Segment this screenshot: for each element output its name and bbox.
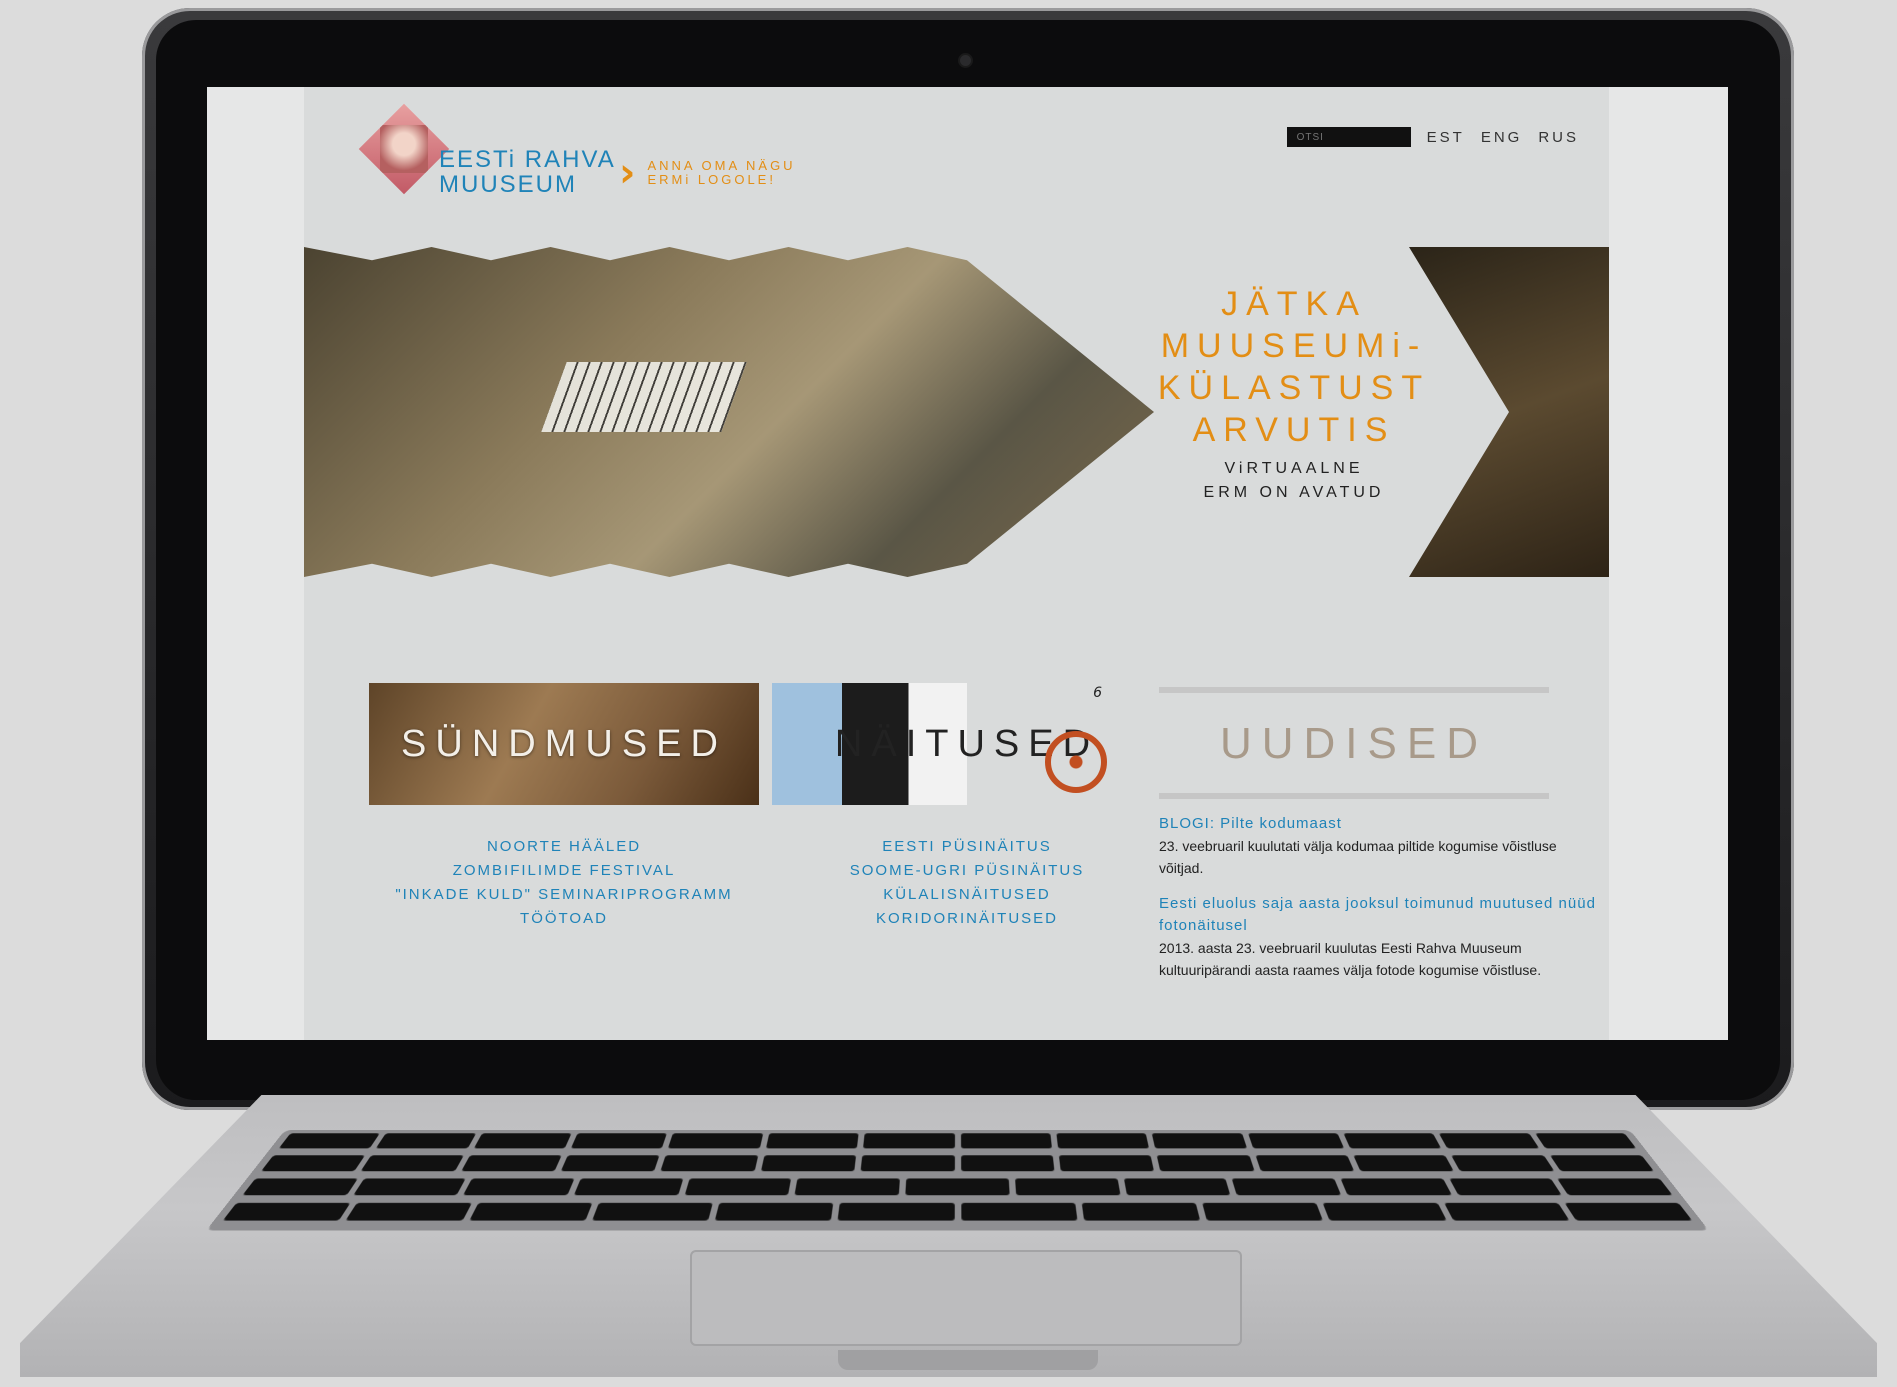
- hero-title-line: ARVUTIS: [1192, 411, 1396, 449]
- hero-subtitle-line: ERM ON AVATUD: [1203, 484, 1385, 501]
- events-link[interactable]: TÖÖTOAD: [369, 907, 759, 931]
- news-section: UUDISED BLOGI: Pilte kodumaast 23. veebr…: [1159, 687, 1599, 981]
- promo-line-2: ERMi LOGOLE!: [647, 172, 776, 187]
- news-body: 23. veebruaril kuulutati välja kodumaa p…: [1159, 838, 1557, 876]
- laptop-keyboard: [205, 1130, 1710, 1231]
- events-link[interactable]: ZOMBIFILIMDE FESTIVAL: [369, 859, 759, 883]
- news-title: UUDISED: [1219, 719, 1489, 768]
- hero-subtitle-line: ViRTUAALNE: [1224, 460, 1364, 477]
- chevron-right-icon: ›: [619, 150, 636, 196]
- hero-text: JÄTKA MUUSEUMi- KÜLASTUST ARVUTIS ViRTUA…: [1144, 283, 1444, 505]
- events-link[interactable]: NOORTE HÄÄLED: [369, 835, 759, 859]
- events-tile[interactable]: SÜNDMUSED: [369, 683, 759, 805]
- logo-promo-link[interactable]: › ANNA OMA NÄGU ERMi LOGOLE!: [619, 153, 796, 193]
- laptop-screen: EESTi RAHVA MUUSEUM › ANNA OMA NÄGU ERMi…: [207, 87, 1728, 1040]
- hero-title-line: JÄTKA: [1221, 285, 1367, 323]
- site-logo[interactable]: EESTi RAHVA MUUSEUM: [439, 147, 616, 197]
- spinning-wheel-icon: [1045, 731, 1107, 793]
- camera-icon: [960, 55, 971, 66]
- news-headline[interactable]: BLOGI: Pilte kodumaast: [1159, 813, 1599, 835]
- exhibit-number: 6: [1093, 685, 1102, 701]
- exhibitions-tile[interactable]: 6 NÄITUSED: [772, 683, 1162, 805]
- hero-title-line: MUUSEUMi-: [1160, 327, 1428, 365]
- logo-face-icon[interactable]: [358, 103, 450, 195]
- top-bar: EST ENG RUS: [1286, 127, 1579, 147]
- promo-line-1: ANNA OMA NÄGU: [647, 158, 796, 173]
- museum-webpage: EESTi RAHVA MUUSEUM › ANNA OMA NÄGU ERMi…: [304, 87, 1609, 1040]
- lang-eng[interactable]: ENG: [1481, 129, 1523, 146]
- exhibition-link[interactable]: KORIDORINÄITUSED: [772, 907, 1162, 931]
- laptop-notch: [838, 1350, 1098, 1370]
- exhibition-links: EESTI PÜSINÄITUS SOOME-UGRI PÜSINÄITUS K…: [772, 835, 1162, 931]
- hero-photo: [304, 247, 1154, 577]
- search-input[interactable]: [1286, 127, 1411, 147]
- events-tile-label: SÜNDMUSED: [401, 722, 727, 765]
- hero-banner[interactable]: JÄTKA MUUSEUMi- KÜLASTUST ARVUTIS ViRTUA…: [304, 217, 1609, 612]
- trackpad: [690, 1250, 1242, 1346]
- logo-line-1: EESTi RAHVA: [439, 146, 616, 173]
- news-item: BLOGI: Pilte kodumaast 23. veebruaril ku…: [1159, 813, 1599, 879]
- exhibition-link[interactable]: SOOME-UGRI PÜSINÄITUS: [772, 859, 1162, 883]
- logo-line-2: MUUSEUM: [439, 171, 577, 198]
- divider: [1159, 793, 1549, 799]
- events-link[interactable]: "INKADE KULD" SEMINARIPROGRAMM: [369, 883, 759, 907]
- hero-title-line: KÜLASTUST: [1157, 369, 1431, 407]
- news-headline[interactable]: Eesti eluolus saja aasta jooksul toimunu…: [1159, 893, 1599, 937]
- hero-keyboard-detail: [541, 362, 747, 432]
- events-links: NOORTE HÄÄLED ZOMBIFILIMDE FESTIVAL "INK…: [369, 835, 759, 931]
- exhibition-link[interactable]: EESTI PÜSINÄITUS: [772, 835, 1162, 859]
- news-item: Eesti eluolus saja aasta jooksul toimunu…: [1159, 893, 1599, 981]
- lang-rus[interactable]: RUS: [1538, 129, 1579, 146]
- divider: [1159, 687, 1549, 693]
- news-body: 2013. aasta 23. veebruaril kuulutas Eest…: [1159, 940, 1542, 978]
- exhibition-link[interactable]: KÜLALISNÄITUSED: [772, 883, 1162, 907]
- lang-est[interactable]: EST: [1427, 129, 1465, 146]
